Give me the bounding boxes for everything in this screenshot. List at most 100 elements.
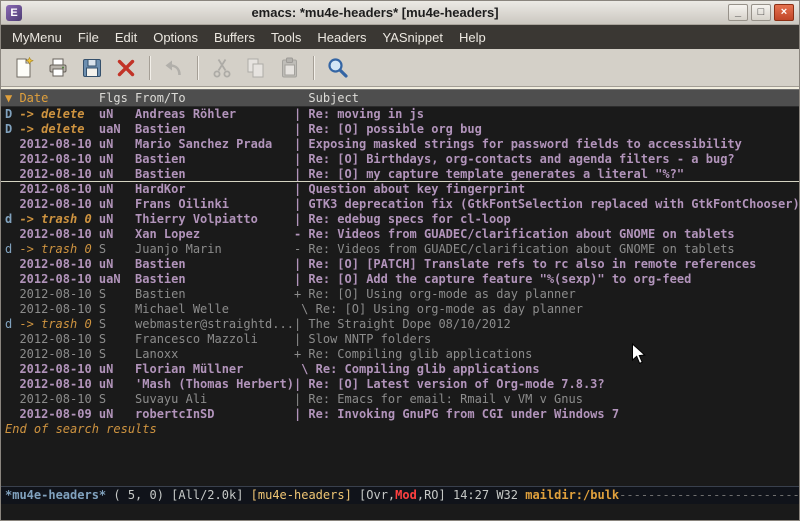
- mark-flag: [5, 197, 19, 212]
- message-flags: uN: [99, 152, 135, 167]
- window-title: emacs: *mu4e-headers* [mu4e-headers]: [26, 5, 724, 20]
- message-row[interactable]: 2012-08-10 S Bastien + Re: [O] Using org…: [1, 287, 799, 302]
- mark-flag: d: [5, 212, 19, 227]
- mark-flag: [5, 287, 19, 302]
- minimize-button[interactable]: _: [728, 4, 748, 21]
- menu-item-help[interactable]: Help: [451, 27, 494, 48]
- message-row[interactable]: d -> trash 0 S Juanjo Marin - Re: Videos…: [1, 242, 799, 257]
- close-button[interactable]: ×: [774, 4, 794, 21]
- message-subject: \ Re: Compiling glib applications: [294, 362, 799, 377]
- message-subject: | Re: [O] Birthdays, org-contacts and ag…: [294, 152, 799, 167]
- message-flags: uN: [99, 257, 135, 272]
- message-row[interactable]: d -> trash 0 uN Thierry Volpiatto | Re: …: [1, 212, 799, 227]
- message-date: 2012-08-10: [19, 272, 98, 287]
- toolbar: [1, 49, 799, 87]
- message-from: Bastien: [135, 167, 294, 181]
- headers-header-line: ▼ Date Flgs From/To Subject: [1, 89, 799, 107]
- message-row[interactable]: 2012-08-10 uN Florian Müllner \ Re: Comp…: [1, 362, 799, 377]
- message-date: 2012-08-10: [19, 227, 98, 242]
- message-from: Bastien: [135, 287, 294, 302]
- message-from: Andreas Röhler: [135, 107, 294, 122]
- mark-flag: [5, 227, 19, 242]
- window-icon[interactable]: E: [6, 5, 22, 21]
- message-row[interactable]: D -> delete uaN Bastien | Re: [O] possib…: [1, 122, 799, 137]
- message-date: 2012-08-10: [19, 197, 98, 212]
- menu-item-file[interactable]: File: [70, 27, 107, 48]
- message-subject: | Exposing masked strings for password f…: [294, 137, 799, 152]
- paste-icon: [278, 56, 302, 80]
- message-subject: + Re: Compiling glib applications: [294, 347, 799, 362]
- menu-item-yasnippet[interactable]: YASnippet: [374, 27, 450, 48]
- message-flags: uN: [99, 407, 135, 422]
- close-buffer-button[interactable]: [110, 53, 142, 83]
- column-header-subject[interactable]: Subject: [294, 90, 799, 106]
- copy-button: [240, 53, 272, 83]
- message-flags: uN: [99, 182, 135, 197]
- new-file-button[interactable]: [8, 53, 40, 83]
- message-date: 2012-08-10: [19, 257, 98, 272]
- menu-item-buffers[interactable]: Buffers: [206, 27, 263, 48]
- message-row[interactable]: 2012-08-10 uaN Bastien | Re: [O] Add the…: [1, 272, 799, 287]
- mark-flag: D: [5, 122, 19, 137]
- menu-item-tools[interactable]: Tools: [263, 27, 309, 48]
- message-flags: uN: [99, 167, 135, 181]
- message-row[interactable]: 2012-08-10 uN Mario Sanchez Prada | Expo…: [1, 137, 799, 152]
- message-row[interactable]: 2012-08-10 uN Bastien | Re: [O] Birthday…: [1, 152, 799, 167]
- message-row[interactable]: 2012-08-09 uN robertcInSD | Re: Invoking…: [1, 407, 799, 422]
- message-flags: uN: [99, 362, 135, 377]
- search-button[interactable]: [322, 53, 354, 83]
- message-row[interactable]: 2012-08-10 uN Frans Oilinki | GTK3 depre…: [1, 197, 799, 212]
- message-from: 'Mash (Thomas Herbert): [135, 377, 294, 392]
- printer-icon: [46, 56, 70, 80]
- message-date: -> trash 0: [19, 317, 98, 332]
- message-row[interactable]: 2012-08-10 S Michael Welle \ Re: [O] Usi…: [1, 302, 799, 317]
- message-row[interactable]: 2012-08-10 uN HardKor | Question about k…: [1, 182, 799, 197]
- message-flags: uN: [99, 212, 135, 227]
- search-icon: [326, 56, 350, 80]
- save-button[interactable]: [76, 53, 108, 83]
- message-row[interactable]: 2012-08-10 S Suvayu Ali | Re: Emacs for …: [1, 392, 799, 407]
- menu-item-options[interactable]: Options: [145, 27, 206, 48]
- message-from: Lanoxx: [135, 347, 294, 362]
- message-row[interactable]: 2012-08-10 uN Xan Lopez - Re: Videos fro…: [1, 227, 799, 242]
- message-row[interactable]: 2012-08-10 uN Bastien | Re: [O] [PATCH] …: [1, 257, 799, 272]
- save-icon: [80, 56, 104, 80]
- modeline-flags-close: ,RO]: [417, 488, 453, 502]
- message-flags: uaN: [99, 272, 135, 287]
- mark-flag: [5, 182, 19, 197]
- modeline-major-mode: [mu4e-headers]: [251, 488, 352, 502]
- message-flags: uN: [99, 107, 135, 122]
- message-date: 2012-08-10: [19, 347, 98, 362]
- message-date: 2012-08-10: [19, 377, 98, 392]
- mark-flag: D: [5, 107, 19, 122]
- message-from: Bastien: [135, 257, 294, 272]
- message-flags: uN: [99, 377, 135, 392]
- message-date: -> trash 0: [19, 212, 98, 227]
- message-subject: | Slow NNTP folders: [294, 332, 799, 347]
- menu-item-headers[interactable]: Headers: [309, 27, 374, 48]
- echo-area[interactable]: [1, 504, 799, 520]
- message-row[interactable]: D -> delete uN Andreas Röhler | Re: movi…: [1, 107, 799, 122]
- message-from: robertcInSD: [135, 407, 294, 422]
- message-row[interactable]: d -> trash 0 S webmaster@straightd... | …: [1, 317, 799, 332]
- message-row[interactable]: 2012-08-10 S Francesco Mazzoli | Slow NN…: [1, 332, 799, 347]
- mark-flag: [5, 362, 19, 377]
- message-row[interactable]: 2012-08-10 S Lanoxx + Re: Compiling glib…: [1, 347, 799, 362]
- message-from: Xan Lopez: [135, 227, 294, 242]
- message-from: Juanjo Marin: [135, 242, 294, 257]
- print-button[interactable]: [42, 53, 74, 83]
- message-date: 2012-08-09: [19, 407, 98, 422]
- message-subject: | GTK3 deprecation fix (GtkFontSelection…: [294, 197, 799, 212]
- column-header-from[interactable]: From/To: [135, 90, 294, 106]
- maximize-button[interactable]: □: [751, 4, 771, 21]
- end-of-search-results: End of search results: [1, 422, 799, 437]
- message-subject: | Re: [O] Add the capture feature "%(sex…: [294, 272, 799, 287]
- menu-item-mymenu[interactable]: MyMenu: [4, 27, 70, 48]
- message-row[interactable]: 2012-08-10 uN 'Mash (Thomas Herbert) | R…: [1, 377, 799, 392]
- mark-flag: [5, 137, 19, 152]
- column-header-flags[interactable]: Flgs: [99, 90, 135, 106]
- message-row[interactable]: 2012-08-10 uN Bastien | Re: [O] my captu…: [1, 167, 799, 182]
- column-header-date[interactable]: ▼ Date: [5, 90, 99, 106]
- menu-item-edit[interactable]: Edit: [107, 27, 145, 48]
- message-subject: + Re: [O] Using org-mode as day planner: [294, 287, 799, 302]
